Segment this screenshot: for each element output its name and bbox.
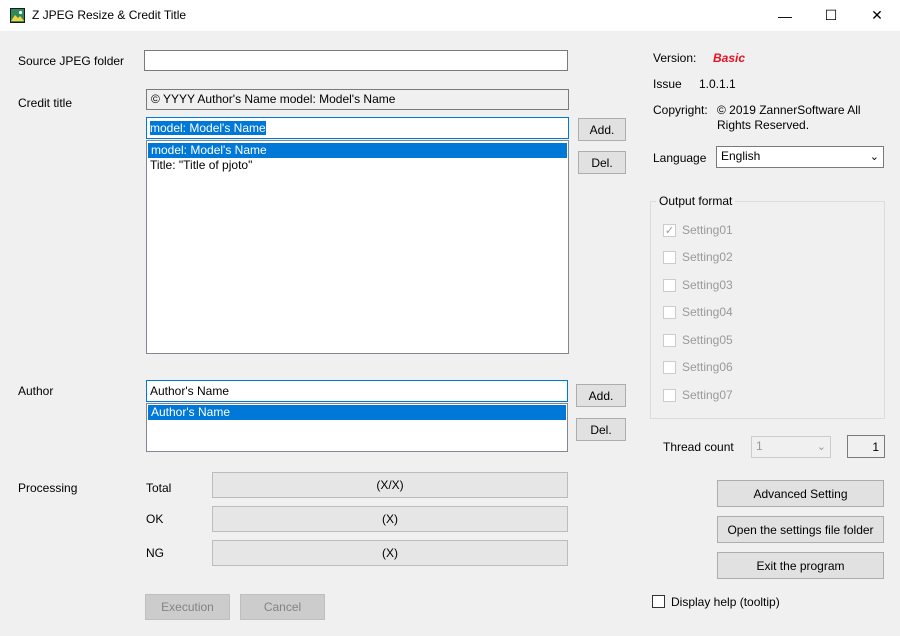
credit-list-item[interactable]: model: Model's Name [148, 143, 567, 158]
author-del-button[interactable]: Del. [576, 418, 626, 441]
cancel-button[interactable]: Cancel [240, 594, 325, 620]
copyright-line2: Rights Reserved. [717, 118, 810, 132]
total-label: Total [146, 481, 172, 495]
setting-checkbox[interactable] [663, 279, 676, 292]
setting-label: Setting03 [682, 278, 733, 292]
thread-count-select[interactable]: 1 ⌄ [751, 436, 831, 458]
issue-label: Issue [653, 77, 682, 91]
setting-label: Setting06 [682, 360, 733, 374]
credit-title-preview: © YYYY Author's Name model: Model's Name [146, 89, 569, 110]
maximize-icon: ☐ [824, 7, 838, 23]
setting-checkbox[interactable] [663, 389, 676, 402]
exit-program-button[interactable]: Exit the program [717, 552, 884, 579]
minimize-button[interactable]: — [762, 0, 808, 31]
ng-progress: (X) [212, 540, 568, 566]
setting-label: Setting01 [682, 223, 733, 237]
chevron-down-icon: ⌄ [816, 441, 826, 453]
ok-label: OK [146, 512, 164, 526]
language-label: Language [653, 151, 707, 165]
ok-progress: (X) [212, 506, 568, 532]
setting-checkbox[interactable] [663, 306, 676, 319]
output-format-title: Output format [656, 194, 736, 208]
source-folder-input[interactable] [144, 50, 568, 71]
credit-del-button[interactable]: Del. [578, 151, 626, 174]
thread-count-select-value: 1 [756, 439, 763, 453]
setting-checkbox[interactable] [663, 361, 676, 374]
advanced-setting-button[interactable]: Advanced Setting [717, 480, 884, 507]
app-icon [10, 8, 25, 23]
author-add-button[interactable]: Add. [576, 384, 626, 407]
credit-title-label: Credit title [18, 96, 73, 110]
version-value: Basic [713, 51, 746, 65]
credit-list-item[interactable]: Title: "Title of pjoto" [147, 158, 568, 173]
setting-checkbox[interactable]: ✓ [663, 224, 676, 237]
close-icon: ✕ [871, 7, 883, 23]
minimize-icon: — [778, 7, 792, 24]
title-bar: Z JPEG Resize & Credit Title — ☐ ✕ [0, 0, 900, 31]
language-select[interactable]: English ⌄ [716, 146, 884, 168]
setting-checkbox[interactable] [663, 251, 676, 264]
setting-label: Setting04 [682, 305, 733, 319]
author-list-item[interactable]: Author's Name [148, 405, 566, 420]
author-list[interactable]: Author's Name [146, 403, 568, 452]
copyright-line1: © 2019 ZannerSoftware All [717, 103, 861, 117]
window-title: Z JPEG Resize & Credit Title [32, 8, 187, 22]
setting-checkbox[interactable] [663, 334, 676, 347]
issue-value: 1.0.1.1 [699, 77, 736, 91]
language-select-value: English [721, 149, 761, 163]
display-help-label: Display help (tooltip) [671, 595, 780, 609]
close-button[interactable]: ✕ [854, 0, 900, 31]
ng-label: NG [146, 546, 164, 560]
author-label: Author [18, 384, 54, 398]
author-input[interactable]: Author's Name [146, 380, 568, 402]
execution-button[interactable]: Execution [145, 594, 230, 620]
copyright-label: Copyright: [653, 103, 708, 117]
maximize-button[interactable]: ☐ [808, 0, 854, 31]
chevron-down-icon: ⌄ [869, 151, 879, 163]
thread-count-value: 1 [847, 435, 885, 458]
credit-input[interactable]: model: Model's Name [146, 117, 569, 139]
processing-label: Processing [18, 481, 78, 495]
display-help-checkbox[interactable] [652, 595, 665, 608]
version-label: Version: [653, 51, 697, 65]
source-folder-label: Source JPEG folder [18, 54, 125, 68]
thread-count-label: Thread count [663, 440, 734, 454]
setting-label: Setting02 [682, 250, 733, 264]
credit-list[interactable]: model: Model's Name Title: "Title of pjo… [146, 140, 569, 354]
setting-label: Setting07 [682, 388, 733, 402]
setting-label: Setting05 [682, 333, 733, 347]
credit-add-button[interactable]: Add. [578, 118, 626, 141]
total-progress: (X/X) [212, 472, 568, 498]
credit-input-text: model: Model's Name [150, 121, 266, 135]
open-settings-folder-button[interactable]: Open the settings file folder [717, 516, 884, 543]
